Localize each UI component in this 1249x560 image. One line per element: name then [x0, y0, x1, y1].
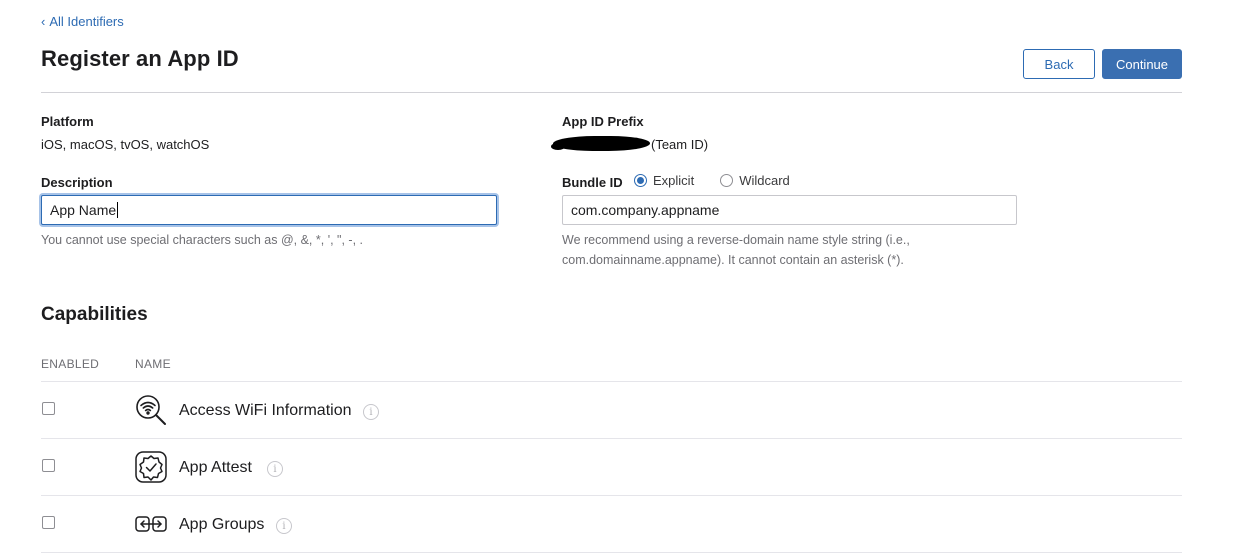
capability-row: App Groups i: [41, 495, 1182, 552]
chevron-left-icon: ‹: [41, 14, 46, 29]
platform-label: Platform: [41, 114, 94, 129]
info-icon[interactable]: i: [267, 461, 283, 477]
all-identifiers-link[interactable]: ‹ All Identifiers: [41, 14, 124, 29]
back-button[interactable]: Back: [1023, 49, 1095, 79]
app-groups-icon: [135, 508, 167, 540]
capability-checkbox[interactable]: [42, 459, 55, 472]
text-caret: [117, 202, 119, 218]
app-id-prefix-label: App ID Prefix: [562, 114, 644, 129]
header-divider: [41, 92, 1182, 93]
capability-checkbox[interactable]: [42, 402, 55, 415]
radio-explicit-button[interactable]: [634, 174, 647, 187]
description-label: Description: [41, 175, 113, 190]
redacted-team-id: [551, 136, 652, 151]
page-title: Register an App ID: [41, 46, 239, 71]
all-identifiers-label: All Identifiers: [49, 14, 124, 29]
table-bottom-divider: [41, 552, 1182, 553]
platform-value: iOS, macOS, tvOS, watchOS: [41, 137, 210, 152]
radio-explicit[interactable]: Explicit: [634, 173, 694, 188]
description-input[interactable]: App Name: [41, 195, 497, 225]
radio-wildcard-label: Wildcard: [739, 173, 790, 188]
wifi-search-icon: [135, 394, 167, 426]
description-hint: You cannot use special characters such a…: [41, 233, 363, 247]
capability-row: App Attest i: [41, 438, 1182, 495]
capabilities-title: Capabilities: [41, 304, 148, 325]
badge-check-icon: [135, 451, 167, 483]
redacted-team-id-tail: [551, 143, 565, 150]
bundle-id-hint-line-1: We recommend using a reverse-domain name…: [562, 233, 910, 247]
bundle-id-input-value: com.company.appname: [571, 202, 720, 218]
info-icon[interactable]: i: [363, 404, 379, 420]
capability-name: App Groups: [179, 516, 265, 533]
description-input-value: App Name: [50, 202, 117, 218]
continue-button[interactable]: Continue: [1102, 49, 1182, 79]
radio-explicit-label: Explicit: [653, 173, 695, 188]
capability-checkbox[interactable]: [42, 516, 55, 529]
bundle-id-label: Bundle ID: [562, 175, 623, 190]
team-id-suffix: (Team ID): [651, 137, 709, 152]
radio-wildcard[interactable]: Wildcard: [720, 173, 790, 188]
capability-row: Access WiFi Information i: [41, 381, 1182, 438]
capability-name: App Attest: [179, 459, 252, 476]
radio-wildcard-button[interactable]: [720, 174, 734, 187]
info-icon[interactable]: i: [276, 518, 292, 534]
column-header-name: NAME: [135, 357, 171, 371]
column-header-enabled: ENABLED: [41, 357, 100, 371]
bundle-id-input[interactable]: com.company.appname: [562, 195, 1017, 225]
capability-name: Access WiFi Information: [179, 402, 352, 419]
bundle-id-hint-line-2: com.domainname.appname). It cannot conta…: [562, 253, 904, 267]
bundle-id-type-group: Explicit Wildcard: [634, 173, 816, 188]
